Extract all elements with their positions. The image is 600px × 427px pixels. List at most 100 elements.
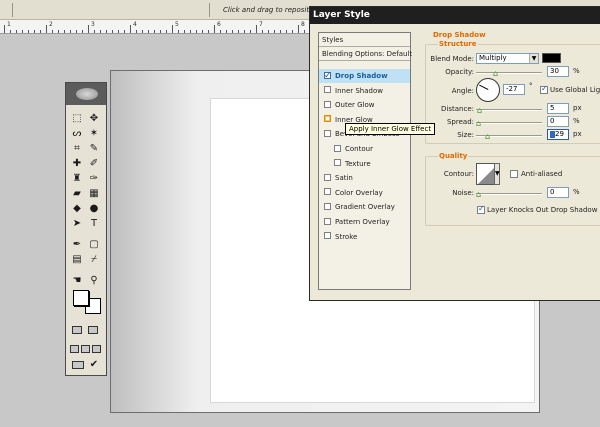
style-item-gradient-overlay[interactable]: Gradient Overlay <box>319 200 410 214</box>
distance-unit: px <box>573 104 582 112</box>
spread-unit: % <box>573 117 580 125</box>
distance-slider-track[interactable] <box>476 109 542 111</box>
ruler-tick <box>286 30 287 33</box>
opacity-slider-track[interactable] <box>476 72 542 74</box>
screen-mode-menu-icon[interactable] <box>81 345 90 353</box>
style-checkbox[interactable] <box>334 159 341 167</box>
style-item-drop-shadow[interactable]: Drop Shadow <box>319 69 410 83</box>
shape-icon[interactable]: ▢ <box>88 239 100 251</box>
noise-input[interactable]: 0 <box>547 187 569 198</box>
ruler-label: 6 <box>217 21 221 28</box>
ruler-tick <box>244 30 245 33</box>
style-item-color-overlay[interactable]: Color Overlay <box>319 186 410 200</box>
spread-input[interactable]: 0 <box>547 116 569 127</box>
blur-icon[interactable]: ◆ <box>71 203 83 215</box>
shadow-color-swatch[interactable] <box>542 53 561 63</box>
marquee-icon[interactable]: ⬚ <box>71 113 83 125</box>
style-checkbox[interactable] <box>324 202 331 210</box>
style-item-pattern-overlay[interactable]: Pattern Overlay <box>319 215 410 229</box>
quick-mask-icon[interactable] <box>88 326 98 334</box>
slice-icon[interactable]: ✎ <box>88 143 100 155</box>
stamp-icon[interactable]: ♜ <box>71 173 83 185</box>
distance-slider-thumb[interactable]: ⌂ <box>476 107 483 115</box>
opacity-input[interactable]: 30 <box>547 66 569 77</box>
style-checkbox[interactable] <box>324 86 331 94</box>
style-item-satin[interactable]: Satin <box>319 171 410 185</box>
ruler-label: 2 <box>49 21 53 28</box>
lasso-icon[interactable]: ᔕ <box>71 128 83 140</box>
history-brush-icon[interactable]: ✑ <box>88 173 100 185</box>
notes-icon[interactable]: ▤ <box>71 254 83 266</box>
style-item-outer-glow[interactable]: Outer Glow <box>319 98 410 112</box>
style-checkbox[interactable] <box>324 115 331 123</box>
path-selection-icon[interactable]: ➤ <box>71 218 83 230</box>
style-checkbox[interactable] <box>324 100 331 108</box>
spread-slider-thumb[interactable]: ⌂ <box>475 120 482 128</box>
distance-input[interactable]: 5 <box>547 103 569 114</box>
ruler-tick <box>82 30 83 33</box>
anti-aliased-checkbox[interactable] <box>510 170 518 178</box>
checkmark-tool-icon[interactable]: ✔ <box>88 359 100 371</box>
foreground-color-swatch[interactable] <box>73 290 89 306</box>
style-item-inner-shadow[interactable]: Inner Shadow <box>319 84 410 98</box>
style-checkbox[interactable] <box>324 173 331 181</box>
size-input[interactable]: 29 <box>547 129 569 140</box>
style-item-contour[interactable]: Contour <box>319 142 410 156</box>
size-slider-thumb[interactable]: ⌂ <box>484 133 491 141</box>
style-checkbox[interactable] <box>324 232 331 240</box>
style-checkbox[interactable] <box>324 69 332 83</box>
noise-slider-thumb[interactable]: ⌂ <box>475 191 482 199</box>
pen-icon[interactable]: ✒ <box>71 239 83 251</box>
type-icon[interactable]: T <box>88 218 100 230</box>
tools-palette-header[interactable] <box>66 83 106 105</box>
use-global-light-label[interactable]: Use Global Light <box>550 86 600 94</box>
crop-icon[interactable]: ⌗ <box>71 143 83 155</box>
magic-wand-icon[interactable]: ✶ <box>88 128 100 140</box>
screen-mode-standard-icon[interactable] <box>70 345 79 353</box>
opacity-slider-thumb[interactable]: ⌂ <box>492 70 499 78</box>
opacity-unit: % <box>573 67 580 75</box>
eraser-icon[interactable]: ▰ <box>71 188 83 200</box>
gradient-icon[interactable]: ▦ <box>88 188 100 200</box>
style-item-label: Pattern Overlay <box>335 218 390 226</box>
anti-aliased-label[interactable]: Anti-aliased <box>521 170 562 178</box>
ruler-tick <box>88 25 89 33</box>
style-checkbox[interactable] <box>324 129 331 137</box>
use-global-light-checkbox[interactable] <box>540 84 548 94</box>
ruler-tick <box>226 30 227 33</box>
ruler-tick <box>190 30 191 33</box>
layer-knocks-out-checkbox[interactable] <box>477 204 485 214</box>
eyedropper-icon[interactable]: ⌿ <box>88 254 100 266</box>
jump-to-imageready-icon[interactable] <box>72 361 84 369</box>
healing-brush-icon[interactable]: ✚ <box>71 158 83 170</box>
chevron-down-icon: ▼ <box>529 54 538 63</box>
angle-dial[interactable] <box>476 78 500 102</box>
style-checkbox[interactable] <box>324 188 331 196</box>
standard-mode-icon[interactable] <box>72 326 82 334</box>
ruler-tick <box>274 30 275 33</box>
style-item-texture[interactable]: Texture <box>319 157 410 171</box>
blend-mode-select[interactable]: Multiply ▼ <box>476 53 539 64</box>
screen-mode-full-icon[interactable] <box>92 345 101 353</box>
spread-slider-track[interactable] <box>476 122 542 124</box>
options-bar-divider <box>209 3 210 17</box>
ruler-tick <box>34 30 35 33</box>
style-checkbox[interactable] <box>334 144 341 152</box>
chevron-down-icon[interactable]: ▼ <box>494 163 500 185</box>
hand-icon[interactable]: ☚ <box>71 275 83 287</box>
ruler-tick <box>256 25 257 33</box>
noise-slider-track[interactable] <box>476 193 542 195</box>
dodge-icon[interactable]: ● <box>88 203 100 215</box>
blending-options-item[interactable]: Blending Options: Default <box>319 47 412 61</box>
angle-input[interactable]: -27 <box>503 84 525 95</box>
style-checkbox[interactable] <box>324 217 331 225</box>
ruler-tick <box>250 30 251 33</box>
style-item-stroke[interactable]: Stroke <box>319 230 410 244</box>
distance-label: Distance: <box>441 105 474 113</box>
move-icon[interactable]: ✥ <box>88 113 100 125</box>
zoom-icon[interactable]: ⚲ <box>88 275 100 287</box>
layer-knocks-out-label[interactable]: Layer Knocks Out Drop Shadow <box>487 206 597 214</box>
dialog-title[interactable]: Layer Style <box>310 7 600 24</box>
styles-header[interactable]: Styles <box>319 33 410 47</box>
brush-icon[interactable]: ✐ <box>88 158 100 170</box>
